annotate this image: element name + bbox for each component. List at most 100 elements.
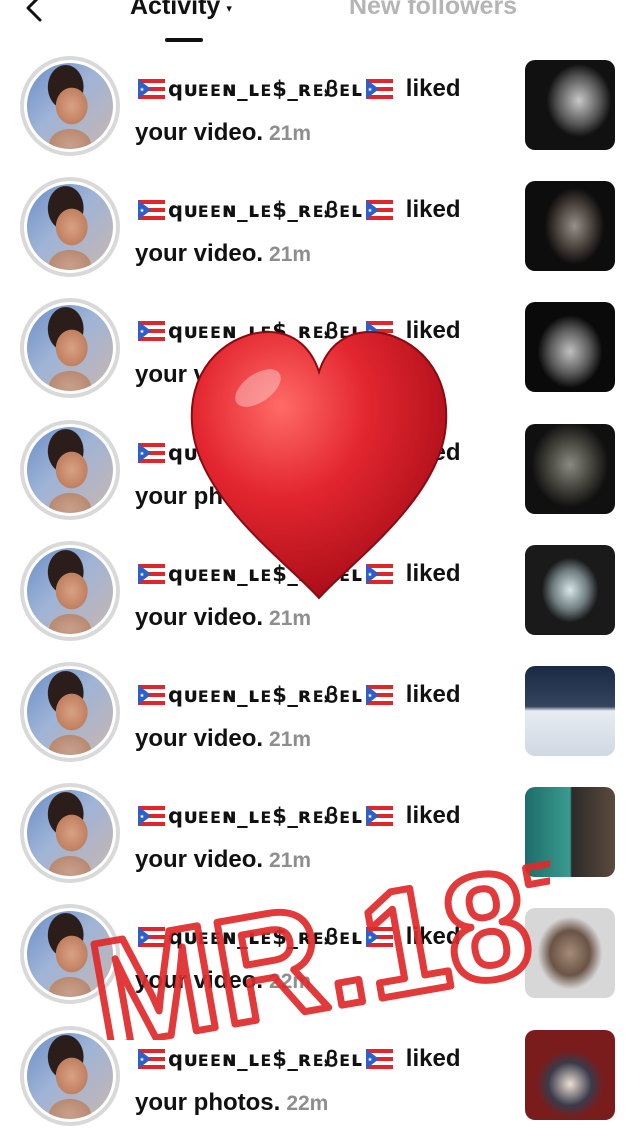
tab-activity[interactable]: Activity ▾ bbox=[130, 0, 232, 21]
avatar[interactable] bbox=[20, 419, 120, 520]
list-item[interactable]: qᴜᴇᴇɴ_ʟᴇ$_ʀᴇᏰᴇʟ liked your video. 21m bbox=[0, 165, 640, 286]
puerto-rico-flag-icon bbox=[365, 1048, 393, 1069]
timestamp: 21m bbox=[269, 849, 312, 873]
username-link[interactable]: qᴜᴇᴇɴ_ʟᴇ$_ʀᴇᏰᴇʟ bbox=[168, 794, 363, 838]
avatar-image bbox=[27, 184, 113, 271]
puerto-rico-flag-icon bbox=[365, 927, 393, 948]
avatar-image bbox=[27, 668, 113, 755]
avatar-image bbox=[27, 911, 113, 998]
avatar[interactable] bbox=[20, 540, 120, 641]
list-item[interactable]: qᴜᴇᴇɴ_ʟᴇ$_ʀᴇᏰᴇʟ liked your photos. 21m bbox=[0, 408, 640, 529]
action-verb: liked bbox=[405, 196, 461, 224]
username-link[interactable]: qᴜᴇᴇɴ_ʟᴇ$_ʀᴇᏰᴇʟ bbox=[168, 67, 363, 111]
puerto-rico-flag-icon bbox=[365, 200, 393, 221]
notification-text: qᴜᴇᴇɴ_ʟᴇ$_ʀᴇᏰᴇʟ liked your video. 21m bbox=[135, 309, 505, 398]
chevron-left-icon[interactable] bbox=[22, 0, 46, 22]
action-object: your video. bbox=[135, 846, 264, 874]
action-verb: liked bbox=[405, 1044, 461, 1072]
notification-text: qᴜᴇᴇɴ_ʟᴇ$_ʀᴇᏰᴇʟ liked your video. 21m bbox=[135, 794, 505, 883]
media-thumbnail[interactable] bbox=[525, 423, 615, 514]
action-verb: liked bbox=[405, 438, 461, 466]
action-object: your photos. bbox=[135, 482, 281, 510]
media-thumbnail[interactable] bbox=[525, 302, 615, 393]
notification-text: qᴜᴇᴇɴ_ʟᴇ$_ʀᴇᏰᴇʟ liked your video. 21m bbox=[135, 552, 505, 641]
action-object: your video. bbox=[135, 240, 264, 268]
avatar-image bbox=[27, 1032, 113, 1119]
puerto-rico-flag-icon bbox=[138, 927, 165, 948]
puerto-rico-flag-icon bbox=[138, 200, 165, 221]
action-object: your video. bbox=[135, 361, 264, 389]
puerto-rico-flag-icon bbox=[365, 442, 393, 463]
media-thumbnail[interactable] bbox=[525, 908, 615, 999]
action-verb: liked bbox=[405, 923, 461, 951]
notification-text: qᴜᴇᴇɴ_ʟᴇ$_ʀᴇᏰᴇʟ liked your photos. 21m bbox=[135, 431, 505, 520]
puerto-rico-flag-icon bbox=[138, 563, 165, 584]
list-item[interactable]: qᴜᴇᴇɴ_ʟᴇ$_ʀᴇᏰᴇʟ liked your video. 21m bbox=[0, 771, 640, 892]
list-item[interactable]: qᴜᴇᴇɴ_ʟᴇ$_ʀᴇᏰᴇʟ liked your video. 21m bbox=[0, 286, 640, 407]
avatar[interactable] bbox=[20, 298, 120, 399]
avatar[interactable] bbox=[20, 1025, 120, 1126]
avatar-image bbox=[27, 790, 113, 877]
timestamp: 21m bbox=[269, 727, 312, 751]
tab-new-followers[interactable]: New followers bbox=[349, 0, 517, 21]
puerto-rico-flag-icon bbox=[365, 684, 393, 705]
media-thumbnail[interactable] bbox=[525, 665, 615, 756]
timestamp: 21m bbox=[269, 243, 312, 267]
puerto-rico-flag-icon bbox=[138, 806, 165, 827]
timestamp: 22m bbox=[269, 970, 312, 994]
list-item[interactable]: qᴜᴇᴇɴ_ʟᴇ$_ʀᴇᏰᴇʟ liked your video. 21m bbox=[0, 650, 640, 771]
avatar[interactable] bbox=[20, 177, 120, 278]
notification-text: qᴜᴇᴇɴ_ʟᴇ$_ʀᴇᏰᴇʟ liked your photos. 22m bbox=[135, 1037, 505, 1126]
timestamp: 21m bbox=[286, 485, 329, 509]
avatar-image bbox=[27, 547, 113, 634]
action-object: your photos. bbox=[135, 1088, 281, 1116]
notification-text: qᴜᴇᴇɴ_ʟᴇ$_ʀᴇᏰᴇʟ liked your video. 21m bbox=[135, 67, 505, 156]
avatar[interactable] bbox=[20, 56, 120, 156]
timestamp: 21m bbox=[269, 606, 312, 630]
list-item[interactable]: qᴜᴇᴇɴ_ʟᴇ$_ʀᴇᏰᴇʟ liked your video. 22m bbox=[0, 892, 640, 1013]
activity-screen: Activity ▾ New followers qᴜᴇᴇɴ_ʟᴇ$_ʀᴇᏰᴇʟ… bbox=[0, 0, 640, 1138]
avatar[interactable] bbox=[20, 783, 120, 884]
media-thumbnail[interactable] bbox=[525, 544, 615, 635]
avatar-image bbox=[27, 426, 113, 513]
timestamp: 21m bbox=[269, 122, 312, 145]
active-tab-indicator bbox=[165, 38, 203, 42]
puerto-rico-flag-icon bbox=[365, 563, 393, 584]
notification-list: qᴜᴇᴇɴ_ʟᴇ$_ʀᴇᏰᴇʟ liked your video. 21m qᴜᴇ… bbox=[0, 44, 640, 1135]
avatar[interactable] bbox=[20, 904, 120, 1005]
notification-text: qᴜᴇᴇɴ_ʟᴇ$_ʀᴇᏰᴇʟ liked your video. 22m bbox=[135, 915, 505, 1004]
puerto-rico-flag-icon bbox=[138, 442, 165, 463]
username-link[interactable]: qᴜᴇᴇɴ_ʟᴇ$_ʀᴇᏰᴇʟ bbox=[168, 1037, 363, 1081]
tab-activity-label: Activity bbox=[130, 0, 221, 20]
header: Activity ▾ New followers bbox=[0, 0, 640, 50]
timestamp: 21m bbox=[269, 364, 312, 388]
username-link[interactable]: qᴜᴇᴇɴ_ʟᴇ$_ʀᴇᏰᴇʟ bbox=[168, 552, 363, 596]
action-object: your video. bbox=[135, 603, 264, 631]
username-link[interactable]: qᴜᴇᴇɴ_ʟᴇ$_ʀᴇᏰᴇʟ bbox=[168, 431, 363, 475]
list-item[interactable]: qᴜᴇᴇɴ_ʟᴇ$_ʀᴇᏰᴇʟ liked your video. 21m bbox=[0, 529, 640, 650]
puerto-rico-flag-icon bbox=[138, 321, 165, 342]
puerto-rico-flag-icon bbox=[365, 806, 393, 827]
action-object: your video. bbox=[135, 119, 264, 146]
timestamp: 22m bbox=[286, 1091, 329, 1115]
action-verb: liked bbox=[405, 680, 461, 708]
action-verb: liked bbox=[405, 75, 461, 102]
username-link[interactable]: qᴜᴇᴇɴ_ʟᴇ$_ʀᴇᏰᴇʟ bbox=[168, 188, 363, 232]
media-thumbnail[interactable] bbox=[525, 1029, 615, 1120]
media-thumbnail[interactable] bbox=[525, 181, 615, 272]
action-object: your video. bbox=[135, 724, 264, 752]
avatar[interactable] bbox=[20, 661, 120, 762]
list-item[interactable]: qᴜᴇᴇɴ_ʟᴇ$_ʀᴇᏰᴇʟ liked your photos. 22m bbox=[0, 1014, 640, 1135]
username-link[interactable]: qᴜᴇᴇɴ_ʟᴇ$_ʀᴇᏰᴇʟ bbox=[168, 673, 363, 717]
action-verb: liked bbox=[405, 802, 461, 830]
media-thumbnail[interactable] bbox=[525, 60, 615, 150]
avatar-image bbox=[27, 63, 113, 149]
username-link[interactable]: qᴜᴇᴇɴ_ʟᴇ$_ʀᴇᏰᴇʟ bbox=[168, 915, 363, 959]
media-thumbnail[interactable] bbox=[525, 787, 615, 878]
list-item[interactable]: qᴜᴇᴇɴ_ʟᴇ$_ʀᴇᏰᴇʟ liked your video. 21m bbox=[0, 44, 640, 165]
username-link[interactable]: qᴜᴇᴇɴ_ʟᴇ$_ʀᴇᏰᴇʟ bbox=[168, 309, 363, 353]
caret-down-icon: ▾ bbox=[226, 3, 232, 15]
action-verb: liked bbox=[405, 559, 461, 587]
puerto-rico-flag-icon bbox=[138, 684, 165, 705]
puerto-rico-flag-icon bbox=[365, 321, 393, 342]
